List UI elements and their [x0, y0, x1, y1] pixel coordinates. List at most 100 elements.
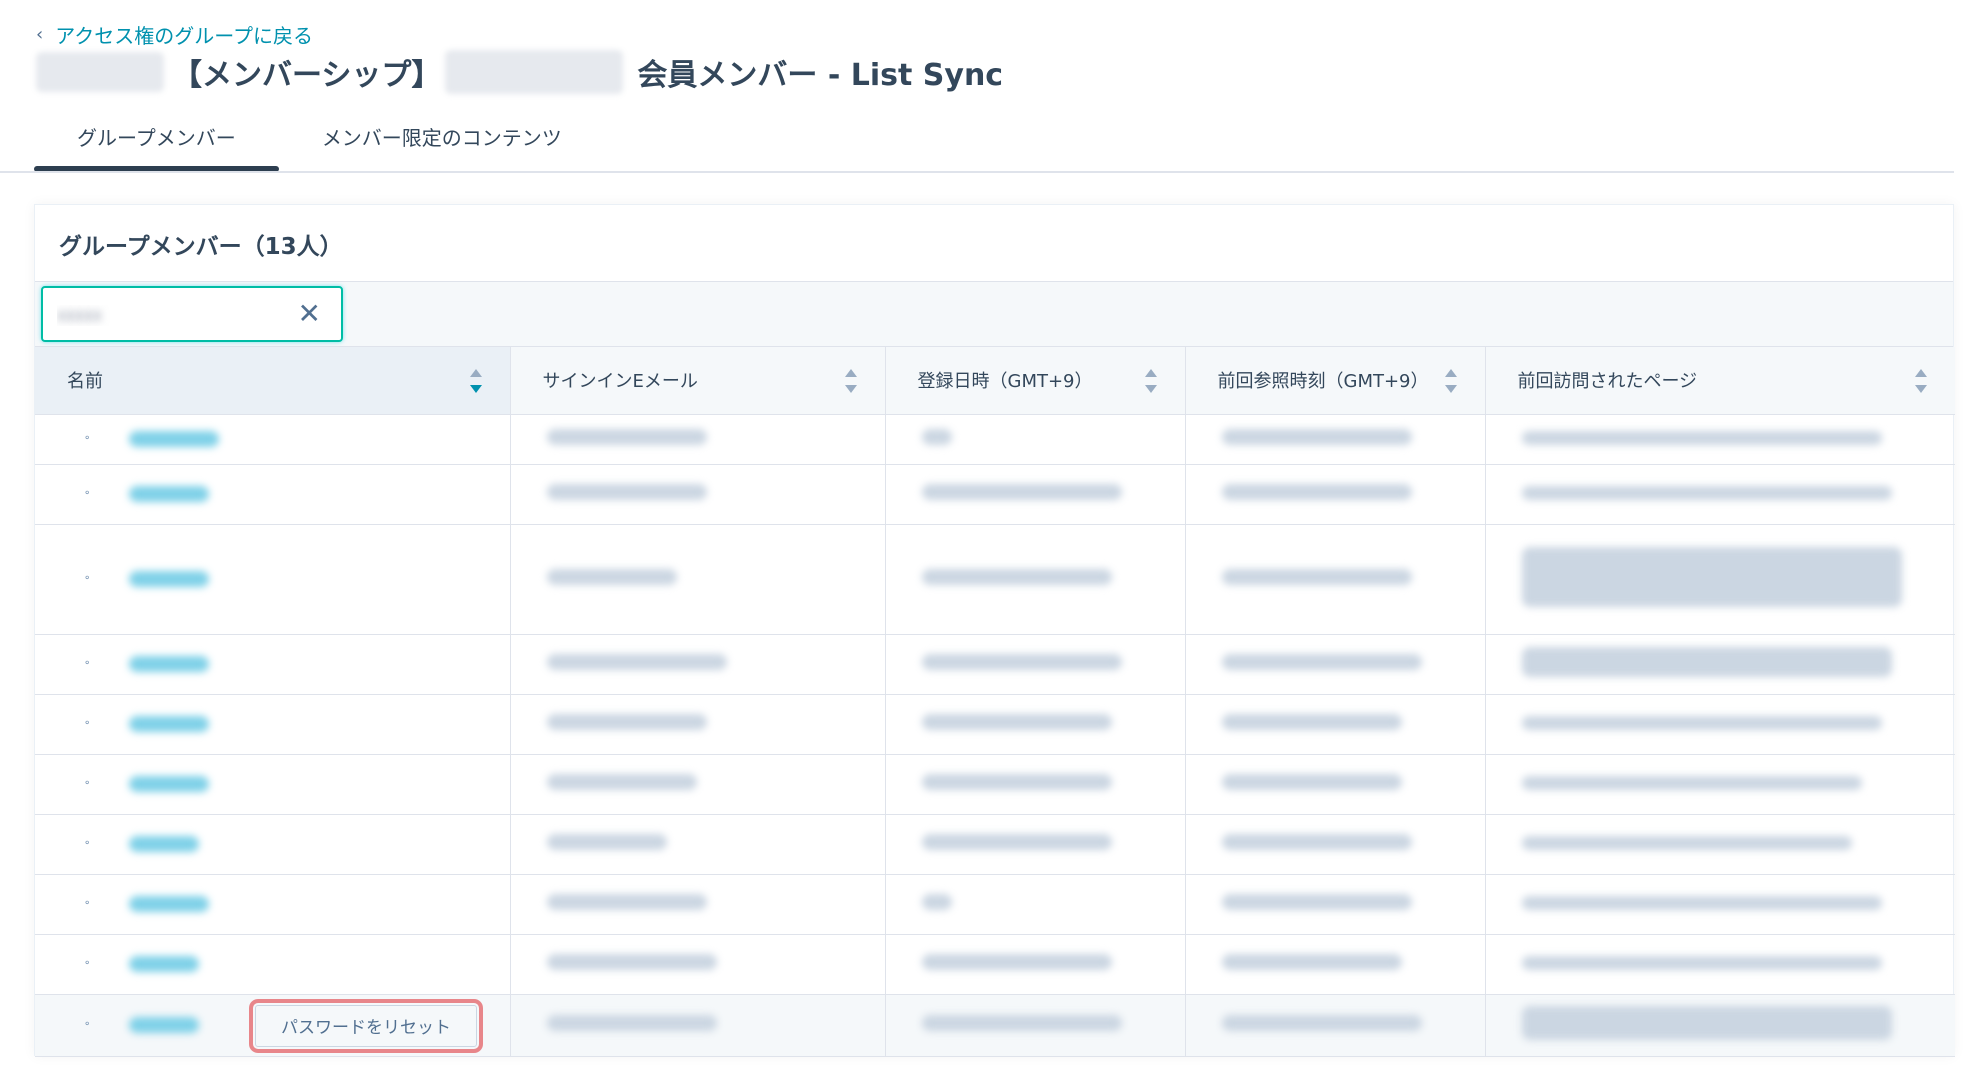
card-title: グループメンバー（13人） [59, 234, 343, 260]
table-row: ⚬ [35, 754, 1955, 815]
search-box: ✕ [41, 286, 343, 342]
redacted-value [1521, 547, 1902, 607]
redacted-value [1521, 895, 1882, 910]
redacted-title-prefix [36, 52, 164, 92]
redacted-value [921, 774, 1112, 790]
redacted-value [546, 429, 707, 445]
table-row: ⚬ [35, 874, 1955, 935]
member-name-link[interactable] [129, 571, 209, 587]
redacted-value [546, 774, 697, 790]
redacted-value [921, 429, 952, 445]
redacted-value [546, 834, 667, 850]
redacted-value [1521, 1006, 1892, 1040]
user-icon: ⚬ [83, 433, 92, 444]
sort-icon[interactable] [844, 369, 857, 393]
redacted-value [546, 954, 717, 970]
column-label: 前回訪問されたページ [1517, 371, 1698, 393]
table-row: ⚬ [35, 634, 1955, 695]
redacted-value [1221, 774, 1402, 790]
redacted-value [921, 569, 1112, 585]
column-label: サインインEメール [542, 371, 698, 393]
redacted-value [1521, 430, 1882, 445]
column-label: 登録日時（GMT+9） [917, 371, 1093, 393]
user-icon: ⚬ [83, 958, 92, 969]
redacted-value [1521, 485, 1892, 500]
column-header-name[interactable]: 名前 [35, 347, 511, 415]
user-icon: ⚬ [83, 718, 92, 729]
sort-icon[interactable] [469, 369, 482, 393]
table-row: ⚬ [35, 464, 1955, 525]
redacted-value [546, 569, 677, 585]
redacted-value [1221, 654, 1422, 670]
redacted-value [1521, 715, 1882, 730]
table-row-hovered: ⚬ パスワードをリセット [35, 994, 1955, 1057]
member-name-link[interactable] [129, 836, 199, 852]
user-icon: ⚬ [83, 1019, 92, 1030]
table-row: ⚬ [35, 814, 1955, 875]
tabs-divider [0, 171, 1954, 173]
redacted-title-middle [445, 50, 624, 94]
redacted-value [921, 954, 1112, 970]
redacted-value [921, 714, 1112, 730]
page-title-part2: 会員メンバー - List Sync [637, 58, 1004, 93]
redacted-value [1221, 954, 1402, 970]
chevron-left-icon: ‹ [36, 24, 44, 45]
group-members-card: グループメンバー（13人） ✕ 名前 サインインEメール 登録日時（GMT+9）… [34, 204, 1955, 1057]
redacted-value [921, 654, 1122, 670]
column-header-signin-email[interactable]: サインインEメール [510, 347, 886, 415]
table-row: ⚬ [35, 524, 1955, 635]
column-label: 前回参照時刻（GMT+9） [1217, 371, 1429, 393]
redacted-value [1221, 834, 1412, 850]
table-body: ⚬ ⚬ ⚬ ⚬ ⚬ ⚬ ⚬ ⚬ ⚬ ⚬ パスワードをリセット [35, 414, 1955, 1057]
redacted-value [1521, 955, 1882, 970]
user-icon: ⚬ [83, 838, 92, 849]
redacted-value [921, 484, 1122, 500]
redacted-value [921, 834, 1112, 850]
close-icon[interactable]: ✕ [298, 300, 321, 328]
sort-icon[interactable] [1144, 369, 1157, 393]
member-name-link[interactable] [129, 956, 199, 972]
user-icon: ⚬ [83, 778, 92, 789]
redacted-value [1221, 484, 1412, 500]
user-icon: ⚬ [83, 898, 92, 909]
redacted-value [1221, 714, 1402, 730]
back-to-access-groups-link[interactable]: ‹ アクセス権のグループに戻る [36, 20, 313, 49]
user-icon: ⚬ [83, 658, 92, 669]
member-name-link[interactable] [129, 656, 209, 672]
redacted-value [1521, 835, 1852, 850]
redacted-value [546, 714, 707, 730]
tab-bar: グループメンバー メンバー限定のコンテンツ [34, 118, 605, 172]
column-header-last-viewed-at[interactable]: 前回参照時刻（GMT+9） [1185, 347, 1486, 415]
filter-bar: ✕ [35, 281, 1953, 347]
tab-members-only-content[interactable]: メンバー限定のコンテンツ [279, 118, 605, 172]
page-title-part1: 【メンバーシップ】 [172, 58, 442, 93]
tab-group-members[interactable]: グループメンバー [34, 118, 279, 172]
redacted-value [1521, 647, 1892, 677]
redacted-value [1221, 429, 1412, 445]
member-name-link[interactable] [129, 716, 209, 732]
sort-icon[interactable] [1444, 369, 1457, 393]
table-row: ⚬ [35, 694, 1955, 755]
user-icon: ⚬ [83, 573, 92, 584]
sort-icon[interactable] [1915, 369, 1927, 393]
member-name-link[interactable] [129, 1017, 199, 1033]
user-icon: ⚬ [83, 488, 92, 499]
redacted-value [546, 654, 727, 670]
redacted-value [1521, 775, 1862, 790]
table-row: ⚬ [35, 414, 1955, 465]
search-input[interactable] [57, 301, 257, 329]
redacted-value [921, 1015, 1122, 1031]
redacted-value [546, 484, 707, 500]
member-name-link[interactable] [129, 431, 219, 447]
redacted-value [546, 1015, 717, 1031]
page-title: 【メンバーシップ】 会員メンバー - List Sync [36, 46, 1003, 98]
back-link-label: アクセス権のグループに戻る [55, 24, 314, 48]
table-row: ⚬ [35, 934, 1955, 995]
member-name-link[interactable] [129, 776, 209, 792]
column-header-registered-at[interactable]: 登録日時（GMT+9） [885, 347, 1186, 415]
member-name-link[interactable] [129, 486, 209, 502]
table-header-row: 名前 サインインEメール 登録日時（GMT+9） 前回参照時刻（GMT+9） 前… [35, 347, 1955, 415]
reset-password-button[interactable]: パスワードをリセット [249, 998, 483, 1053]
member-name-link[interactable] [129, 896, 209, 912]
column-header-last-visited-page[interactable]: 前回訪問されたページ [1485, 347, 1955, 415]
